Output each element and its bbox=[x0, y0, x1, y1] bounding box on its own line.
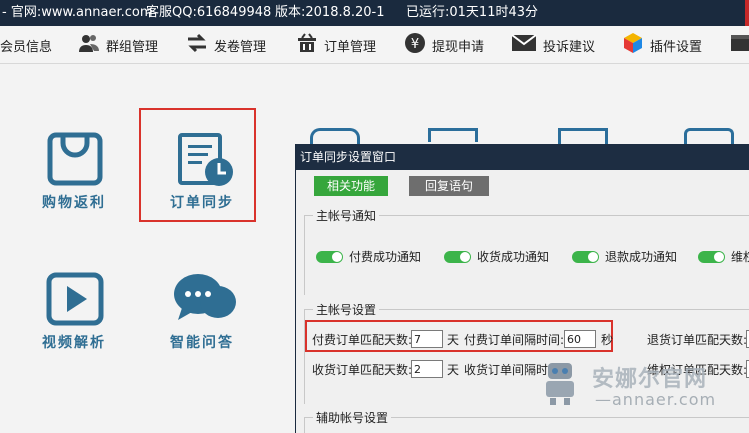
title-uptime: 已运行:01天11时43分 bbox=[406, 5, 539, 20]
tab-reply-phrases[interactable]: 回复语句 bbox=[409, 176, 489, 196]
toolbar-group-manage[interactable]: 群组管理 bbox=[78, 26, 158, 64]
background-icon bbox=[310, 128, 360, 144]
title-qq: 客服QQ:616849948 bbox=[146, 5, 272, 20]
main-toolbar: 会员信息 群组管理 发卷管理 订单管理 ¥ 提现申请 投诉建议 插件设置 bbox=[0, 26, 749, 64]
toggle-receipt-success[interactable]: 收货成功通知 bbox=[444, 248, 549, 265]
paid-match-days-label: 付费订单匹配天数: bbox=[312, 333, 413, 347]
receipt-match-days-label: 收货订单匹配天数: bbox=[312, 363, 413, 377]
toggle-refund-success[interactable]: 退款成功通知 bbox=[572, 248, 677, 265]
background-icon bbox=[684, 128, 734, 144]
watermark-robot-logo bbox=[540, 361, 580, 405]
toolbar-complaint[interactable]: 投诉建议 bbox=[511, 26, 595, 64]
title-site: - 官网:www.annaer.com bbox=[2, 5, 153, 20]
second-unit: 秒 bbox=[601, 333, 614, 347]
toggle-switch[interactable] bbox=[316, 250, 343, 263]
grid-label-smart-qa[interactable]: 智能问答 bbox=[170, 332, 234, 352]
main-settings-title: 主帐号设置 bbox=[313, 301, 380, 318]
watermark-text: 安娜尔官网 bbox=[592, 367, 708, 392]
title-version: 版本:2018.8.20-1 bbox=[275, 5, 385, 20]
day-unit: 天 bbox=[447, 333, 460, 347]
play-video-icon[interactable] bbox=[46, 272, 104, 329]
toggle-paid-success[interactable]: 付费成功通知 bbox=[316, 248, 421, 265]
title-bar: - 官网:www.annaer.com 客服QQ:616849948 版本:20… bbox=[0, 0, 749, 26]
receipt-match-days-input[interactable] bbox=[411, 360, 443, 378]
watermark-url: —annaer.com bbox=[595, 390, 717, 409]
chat-bubbles-icon[interactable] bbox=[172, 272, 238, 331]
dialog-title: 订单同步设置窗口 bbox=[296, 144, 749, 170]
cart-icon bbox=[296, 33, 318, 57]
svg-text:¥: ¥ bbox=[411, 37, 419, 52]
toolbar-more[interactable] bbox=[731, 26, 749, 64]
background-icon bbox=[558, 128, 608, 144]
paid-match-days-input[interactable] bbox=[411, 330, 443, 348]
toolbar-plugin-settings[interactable]: 插件设置 bbox=[622, 26, 702, 64]
shopping-bag-icon[interactable] bbox=[47, 132, 103, 189]
toolbar-member-info[interactable]: 会员信息 bbox=[0, 26, 52, 64]
toggle-switch[interactable] bbox=[698, 250, 725, 263]
grid-label-video-parse[interactable]: 视频解析 bbox=[42, 332, 106, 352]
yen-coin-icon: ¥ bbox=[404, 32, 426, 58]
group-icon bbox=[78, 33, 100, 57]
toolbar-withdraw[interactable]: ¥ 提现申请 bbox=[404, 26, 484, 64]
toolbar-coupon-manage[interactable]: 发卷管理 bbox=[186, 26, 266, 64]
toolbar-order-manage[interactable]: 订单管理 bbox=[296, 26, 376, 64]
tab-related-functions[interactable]: 相关功能 bbox=[314, 176, 388, 196]
toggle-safeguard[interactable]: 维权 bbox=[698, 248, 749, 265]
paid-interval-input[interactable] bbox=[564, 330, 596, 348]
day-unit-2: 天 bbox=[447, 363, 460, 377]
window-close-edge[interactable] bbox=[745, 0, 749, 26]
main-notify-title: 主帐号通知 bbox=[313, 207, 380, 224]
refund-match-days-label: 退货订单匹配天数: bbox=[647, 333, 748, 347]
paid-interval-label: 付费订单间隔时间: bbox=[464, 333, 565, 347]
grid-label-rebate[interactable]: 购物返利 bbox=[42, 192, 106, 212]
cube-icon bbox=[622, 32, 644, 58]
mail-icon bbox=[511, 33, 537, 57]
aux-settings-title: 辅助帐号设置 bbox=[313, 409, 392, 426]
transfer-arrows-icon bbox=[186, 33, 208, 57]
toggle-switch[interactable] bbox=[572, 250, 599, 263]
box-icon bbox=[731, 33, 749, 57]
aux-settings-group: 辅助帐号设置 bbox=[304, 409, 749, 433]
background-icon bbox=[428, 128, 478, 142]
order-sync-highlight bbox=[139, 108, 256, 222]
toggle-switch[interactable] bbox=[444, 250, 471, 263]
receipt-interval-label: 收货订单间隔时 bbox=[464, 363, 549, 377]
